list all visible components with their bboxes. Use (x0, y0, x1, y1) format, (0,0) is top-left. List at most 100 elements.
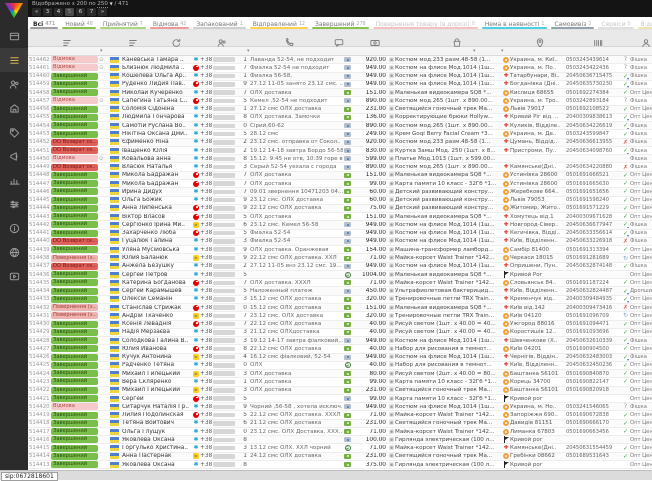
address: Львів 79017 (510, 106, 566, 112)
table-row[interactable]: 514426 Завершений⊙ Кучук Антонина +38 4 … (28, 354, 652, 362)
table-row[interactable]: 514441 Завершений⊙ Захарченко Люба +38 5… (28, 230, 652, 238)
kyivstar-icon (193, 90, 198, 96)
table-row[interactable]: 514462 Відмова⊙ Каневська Тамара .. +38 … (28, 56, 652, 64)
table-row[interactable]: 514434 Завершений⊙ Сергей Карамышев +38 … (28, 287, 652, 295)
status-tab[interactable]: Запакований1 (191, 17, 247, 30)
table-row[interactable]: 514439 Завершений⊙ Уляна Мусійовська +38… (28, 246, 652, 254)
sidebar-item-settings[interactable] (0, 192, 28, 216)
table-row[interactable]: 514416 Завершений⊙ Яковлева Оксана +38 8… (28, 436, 652, 444)
status-badge: Завершений (51, 395, 98, 402)
status-tab[interactable]: Завершений278 (310, 17, 371, 30)
first-page-button[interactable]: « (32, 8, 41, 16)
table-row[interactable]: 514414 Завершений⊙ Анна Пастернак +38 1 … (28, 453, 652, 461)
sidebar-item-support[interactable] (0, 240, 28, 264)
table-row[interactable]: 514437 DO Возврат ск..⊙ Анжела Безушку +… (28, 263, 652, 271)
page-button[interactable]: 4 (54, 8, 63, 16)
country-cell (107, 305, 122, 311)
status-tab[interactable]: Повернення товару (в дорозі)0 (371, 17, 480, 30)
filter-chevron-icon[interactable]: ▾ (501, 48, 504, 54)
sidebar-item-reports[interactable] (0, 168, 28, 192)
table-row[interactable]: 514431 Повернення (з..⊙ Андрій Ткаченко … (28, 312, 652, 320)
table-row[interactable]: 514449 DO Возврат ск..⊙ Власюк Наталья +… (28, 163, 652, 171)
table-row[interactable]: 514415 Завершений⊙ Горгулько Христина.. … (28, 444, 652, 452)
table-row[interactable]: 514448 Завершений⊙ Микола Бадражан +38 7… (28, 172, 652, 180)
table-row[interactable]: 514459 Завершений⊙ Руденко Лидия Пав.. +… (28, 81, 652, 89)
table-row[interactable]: 514443 Завершений⊙ Віктор Власов +38 5 О… (28, 213, 652, 221)
sidebar-item-clients[interactable] (0, 72, 28, 96)
table-row[interactable]: 514433 Завершений⊙ Олексій Семанін +38 3… (28, 296, 652, 304)
page-button[interactable]: 5 (65, 8, 74, 16)
status-tab[interactable]: Новий48 (60, 17, 98, 30)
last-page-button[interactable]: » (98, 8, 107, 16)
sidebar-item-marketing[interactable] (0, 144, 28, 168)
page-button[interactable]: 6 (76, 8, 85, 16)
sidebar-item-products[interactable] (0, 120, 28, 144)
table-row[interactable]: 514452 DO Возврат ск..⊙ Єфименко Ніна +3… (28, 139, 652, 147)
status-tab[interactable]: В дорозі додому0 (636, 17, 652, 30)
status-tab[interactable]: Всі471 (28, 17, 60, 30)
table-row[interactable]: 514454 Завершений⊙ Самотій Руслана Во.. … (28, 122, 652, 130)
address: Львів 79053 (510, 197, 566, 203)
sidebar-item-orders[interactable] (0, 48, 28, 72)
table-row[interactable]: 514451 DO Возврат ск..⊙ Іващенко Юлія +3… (28, 147, 652, 155)
table-row[interactable]: 514444 Завершений⊙ Анна Липенська +38 9 … (28, 205, 652, 213)
table-row[interactable]: 514427 Завершений⊙ Юлия Иванова +38 8 22… (28, 345, 652, 353)
table-row[interactable]: 514440 DO Возврат ск..⊙ Гуцалюк Галина +… (28, 238, 652, 246)
per-page-dropdown[interactable]: 250 (97, 1, 108, 8)
page-button[interactable]: 7 (87, 8, 96, 16)
customer-name: Олексій Семанін (122, 296, 192, 302)
table-row[interactable]: 514432 Повернення (з..⊙ Станіслав Стрижа… (28, 304, 652, 312)
country-cell (107, 462, 122, 468)
sidebar-item-warehouse[interactable] (0, 96, 28, 120)
sidebar-item-video[interactable] (0, 264, 28, 288)
table-row[interactable]: 514420 Відмова⊙ Ситарчук Наталія Гр.. +3… (28, 403, 652, 411)
table-row[interactable]: 514421 Завершений⊙ Сергей +38 5 99.00 ▣ … (28, 395, 652, 403)
sip-number[interactable]: sip:0672818601 (1, 472, 58, 481)
country-cell (107, 156, 122, 162)
sidebar-item-info[interactable] (0, 216, 28, 240)
status-tab[interactable]: Нема в наявності1 (480, 17, 550, 30)
table-row[interactable]: 514460 Завершений⊙ Кошелева Ольга Ар.. +… (28, 73, 652, 81)
table-row[interactable]: 514424 Завершений⊙ Михаил Гилецький +38 … (28, 370, 652, 378)
table-row[interactable]: 514422 Завершений⊙ Михаил Гилецький +38 … (28, 387, 652, 395)
table-row[interactable]: 514419 Завершений⊙ Лилия Подолинская +38… (28, 411, 652, 419)
cash-icon (344, 297, 351, 302)
table-row[interactable]: 514455 Завершений⊙ Людмила Гончарова +38… (28, 114, 652, 122)
table-row[interactable]: 514453 Завершений⊙ Нікітіна Оксана Дми..… (28, 130, 652, 138)
status-tab[interactable]: Сервіси0 (596, 17, 635, 30)
ukraine-flag-icon (110, 172, 119, 178)
table-row[interactable]: 514413 Завершений⊙ Яковлева Оксана +38 8… (28, 461, 652, 469)
table-row[interactable]: 514445 Завершений⊙ Ольга Божик +38 9 23.… (28, 197, 652, 205)
filter-chevron-icon[interactable]: ▾ (473, 48, 476, 54)
source: Опт Центр (630, 445, 652, 451)
status-tab[interactable]: Відправлений12 (248, 17, 310, 30)
table-row[interactable]: 514458 Завершений⊙ Николай Кучеренко +38… (28, 89, 652, 97)
table-row[interactable]: 514456 Завершений⊙ Соломія Сідоніна +38 … (28, 106, 652, 114)
table-row[interactable]: 514450 Відмова⊙ Ковальова анна +38 8 15.… (28, 155, 652, 163)
status-tab[interactable]: Самовивіз2 (549, 17, 596, 30)
table-row[interactable]: 514447 Завершений⊙ Микола Бадражан +38 7… (28, 180, 652, 188)
status-tab[interactable]: Прийнятий7 (98, 17, 148, 30)
table-row[interactable]: 514418 Завершений⊙ Тетяна Войтович +38 6… (28, 420, 652, 428)
table-row[interactable]: 514428 Завершений⊙ Солодкова Галина В.. … (28, 337, 652, 345)
table-row[interactable]: 514461 Відмова⊙ Близнюк Людмила .. +38 7… (28, 64, 652, 72)
table-row[interactable]: 514438 Повернення (з..⊙ Юлия Баланюк +38… (28, 254, 652, 262)
table-row[interactable]: 514436 Завершений⊙ Сергей Петров +38 5 1… (28, 271, 652, 279)
filter-chevron-icon[interactable]: ▾ (100, 48, 103, 54)
table-row[interactable]: 514457 Відмова⊙ Сапегина Татьяна С.. +38… (28, 97, 652, 105)
table-row[interactable]: 514423 Завершений⊙ Вера Скляренко +38 1 … (28, 378, 652, 386)
ukraine-flag-icon (110, 106, 119, 112)
filter-chevron-icon[interactable]: ▾ (247, 48, 250, 54)
cash-icon (344, 454, 351, 459)
page-button[interactable]: 3 (43, 8, 52, 16)
sidebar-item-dashboard[interactable] (0, 24, 28, 48)
ttn-number: 0503243422436 (566, 65, 621, 71)
table-row[interactable]: 514417 Завершений⊙ Ольга Глущук +38 0 23… (28, 428, 652, 436)
table-row[interactable]: 514430 Завершений⊙ Ксенія Леваднія +38 7… (28, 321, 652, 329)
table-row[interactable]: 514429 Завершений⊙ Надія Мерзаєва +38 3 … (28, 329, 652, 337)
table-row[interactable]: 514442 Завершений⊙ Сергіонко Ірина Ми.. … (28, 221, 652, 229)
table-row[interactable]: 514425 Завершений⊙ Радченко Тетяна +38 0… (28, 362, 652, 370)
table-row[interactable]: 514435 Завершений⊙ Катерина Богданова +3… (28, 279, 652, 287)
table-row[interactable]: 514446 Завершений⊙ Ирина Дидух +38 7 09.… (28, 188, 652, 196)
status-tab[interactable]: Відмова42 (148, 17, 191, 30)
